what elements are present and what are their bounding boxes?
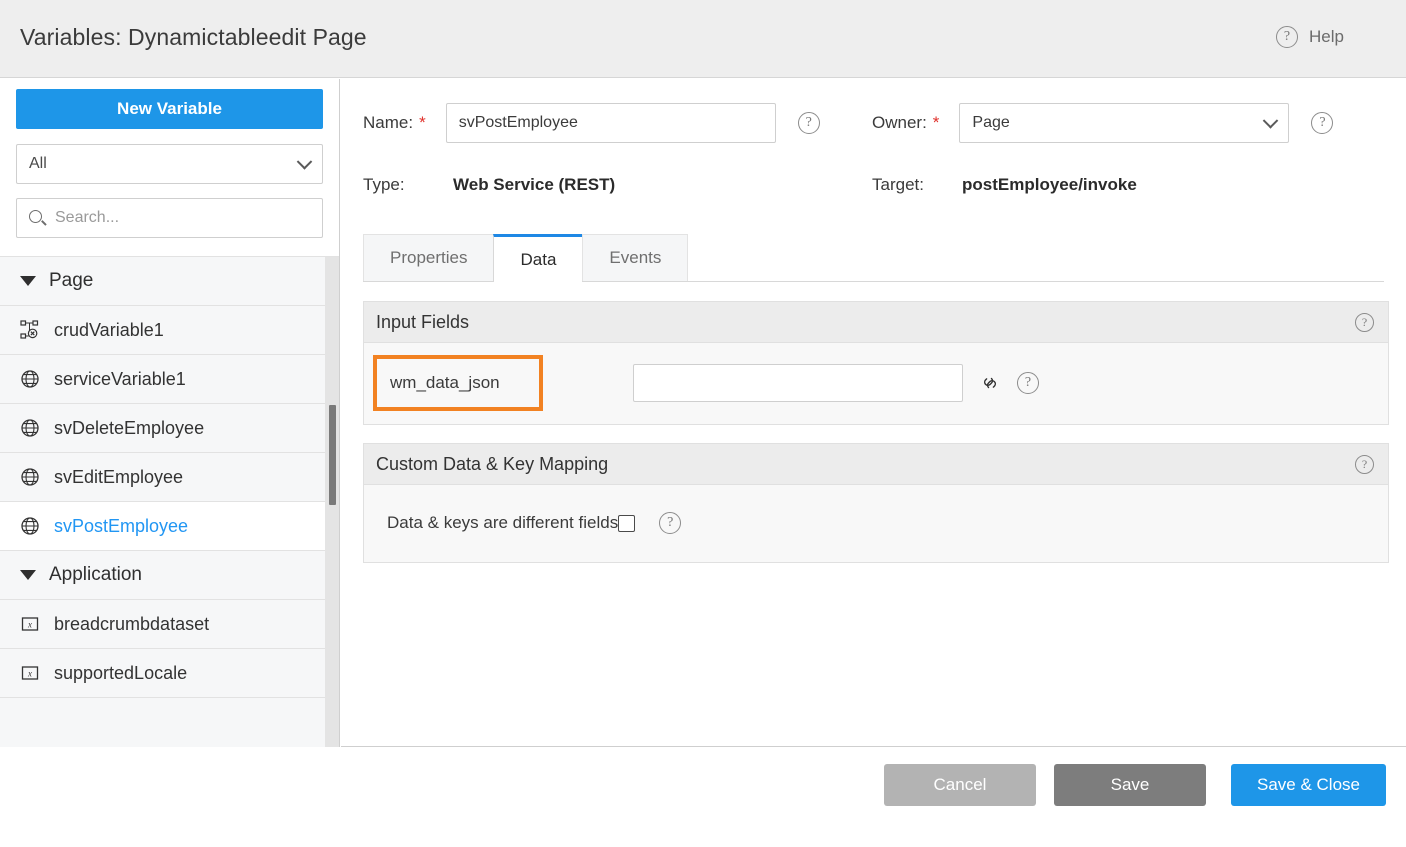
type-field-label: Type:	[363, 175, 435, 195]
variable-type-filter[interactable]: All	[16, 144, 323, 184]
custom-mapping-help-icon[interactable]	[1355, 455, 1374, 474]
sidebar-controls: New Variable All	[0, 79, 339, 250]
type-field-row: Type: Web Service (REST)	[363, 175, 615, 195]
type-field-value: Web Service (REST)	[453, 175, 615, 195]
list-item-label: svEditEmployee	[54, 467, 183, 488]
name-help-icon[interactable]	[798, 112, 820, 134]
caret-down-icon	[20, 570, 36, 580]
tab-events[interactable]: Events	[582, 234, 688, 281]
name-field-label: Name:	[363, 113, 413, 133]
search-input[interactable]	[53, 208, 303, 228]
list-item-label: breadcrumbdataset	[54, 614, 209, 635]
globe-icon	[18, 369, 42, 389]
input-field-row: wm_data_json	[373, 355, 1039, 411]
svg-text:x: x	[27, 668, 32, 678]
sidebar-scrollbar[interactable]	[325, 257, 339, 747]
dialog-header: Variables: Dynamictableedit Page Help	[0, 0, 1406, 78]
owner-field-label: Owner:	[872, 113, 927, 133]
input-field-name-highlighted: wm_data_json	[373, 355, 543, 411]
different-fields-row: Data & keys are different fields	[387, 512, 681, 534]
list-item-svdeleteemployee[interactable]: svDeleteEmployee	[0, 404, 339, 453]
input-fields-body: wm_data_json	[363, 343, 1389, 425]
different-fields-help-icon[interactable]	[659, 512, 681, 534]
globe-icon	[18, 418, 42, 438]
variables-dialog: Variables: Dynamictableedit Page Help Ne…	[0, 0, 1406, 847]
variable-list: Page crudVariable1	[0, 256, 339, 747]
input-field-help-icon[interactable]	[1017, 372, 1039, 394]
list-item-breadcrumbdataset[interactable]: x breadcrumbdataset	[0, 600, 339, 649]
help-label: Help	[1309, 27, 1344, 47]
svg-text:x: x	[27, 619, 32, 629]
search-icon	[29, 210, 42, 223]
input-fields-section: Input Fields wm_data_json	[363, 301, 1389, 425]
save-button[interactable]: Save	[1054, 764, 1206, 806]
globe-icon	[18, 516, 42, 536]
custom-mapping-header: Custom Data & Key Mapping	[363, 443, 1389, 485]
cancel-button[interactable]: Cancel	[884, 764, 1036, 806]
input-field-name: wm_data_json	[390, 373, 500, 393]
input-fields-help-icon[interactable]	[1355, 313, 1374, 332]
variable-detail-panel: Name: * Owner: * Page Type: Web Service …	[341, 79, 1406, 747]
globe-icon	[18, 467, 42, 487]
different-fields-checkbox[interactable]	[618, 515, 635, 532]
help-button[interactable]: Help	[1276, 26, 1344, 48]
owner-select[interactable]: Page	[959, 103, 1289, 143]
owner-help-icon[interactable]	[1311, 112, 1333, 134]
new-variable-button[interactable]: New Variable	[16, 89, 323, 129]
name-input[interactable]	[446, 103, 776, 143]
list-item-label: supportedLocale	[54, 663, 187, 684]
page-title: Variables: Dynamictableedit Page	[20, 24, 367, 51]
list-item-crudvariable1[interactable]: crudVariable1	[0, 306, 339, 355]
dialog-footer: Cancel Save Save & Close	[0, 748, 1406, 847]
list-item-svpostemployee[interactable]: svPostEmployee	[0, 502, 339, 551]
detail-tabs: Properties Data Events	[363, 234, 1384, 282]
input-fields-header: Input Fields	[363, 301, 1389, 343]
question-circle-icon	[1276, 26, 1298, 48]
tab-label: Events	[609, 248, 661, 268]
tab-data[interactable]: Data	[493, 234, 583, 282]
target-field-label: Target:	[872, 175, 944, 195]
variables-sidebar: New Variable All Page	[0, 79, 340, 747]
list-item-label: crudVariable1	[54, 320, 164, 341]
caret-down-icon	[20, 276, 36, 286]
owner-required-marker: *	[933, 113, 940, 133]
sidebar-scrollbar-thumb[interactable]	[329, 405, 336, 505]
variable-type-filter-value: All	[29, 155, 47, 173]
chevron-down-icon	[297, 154, 313, 170]
list-item-label: serviceVariable1	[54, 369, 186, 390]
tab-label: Data	[520, 250, 556, 270]
target-field-value: postEmployee/invoke	[962, 175, 1137, 195]
list-item-sveditemployee[interactable]: svEditEmployee	[0, 453, 339, 502]
list-item-label: svDeleteEmployee	[54, 418, 204, 439]
owner-select-value: Page	[972, 114, 1009, 132]
variable-box-icon: x	[18, 663, 42, 683]
tab-properties[interactable]: Properties	[363, 234, 494, 281]
custom-mapping-body: Data & keys are different fields	[363, 485, 1389, 563]
list-item-servicevariable1[interactable]: serviceVariable1	[0, 355, 339, 404]
save-and-close-button[interactable]: Save & Close	[1231, 764, 1386, 806]
name-required-marker: *	[419, 113, 426, 133]
different-fields-label: Data & keys are different fields	[387, 513, 618, 533]
chevron-down-icon	[1263, 113, 1279, 129]
owner-field-row: Owner: * Page	[872, 103, 1333, 143]
tab-label: Properties	[390, 248, 467, 268]
section-title: Custom Data & Key Mapping	[376, 454, 608, 475]
link-icon[interactable]	[979, 373, 1001, 393]
target-field-row: Target: postEmployee/invoke	[872, 175, 1137, 195]
custom-mapping-section: Custom Data & Key Mapping Data & keys ar…	[363, 443, 1389, 563]
input-field-value[interactable]	[633, 364, 963, 402]
crud-variable-icon	[18, 320, 42, 340]
group-label: Page	[49, 270, 93, 292]
list-item-supportedlocale[interactable]: x supportedLocale	[0, 649, 339, 698]
group-label: Application	[49, 564, 142, 586]
section-title: Input Fields	[376, 312, 469, 333]
group-header-application[interactable]: Application	[0, 551, 339, 600]
name-field-row: Name: *	[363, 103, 820, 143]
list-item-label: svPostEmployee	[54, 516, 188, 537]
search-box[interactable]	[16, 198, 323, 238]
variable-box-icon: x	[18, 614, 42, 634]
group-header-page[interactable]: Page	[0, 257, 339, 306]
